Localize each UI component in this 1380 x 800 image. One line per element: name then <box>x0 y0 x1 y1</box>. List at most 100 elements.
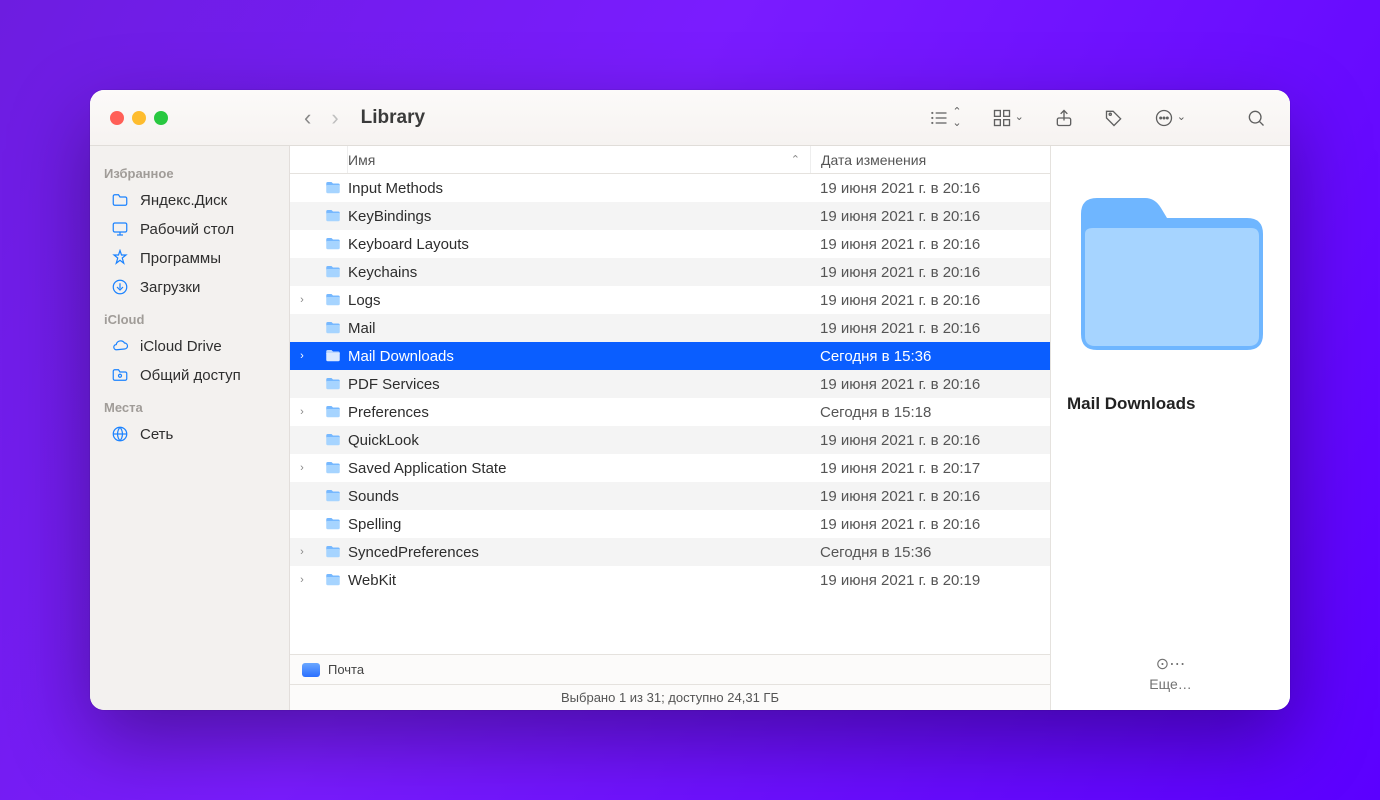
view-list-button[interactable]: ⌃⌄ <box>929 107 961 129</box>
folder-icon <box>322 431 344 449</box>
search-button[interactable] <box>1246 108 1266 128</box>
download-icon <box>110 278 130 296</box>
disclosure-triangle-icon[interactable]: › <box>290 350 314 362</box>
close-window-button[interactable] <box>110 111 124 125</box>
sidebar-section-header: Избранное <box>90 156 289 185</box>
preview-more[interactable]: ⊙⋯ Еще… <box>1149 654 1192 700</box>
file-row[interactable]: QuickLook19 июня 2021 г. в 20:16 <box>290 426 1050 454</box>
file-row[interactable]: ›PreferencesСегодня в 15:18 <box>290 398 1050 426</box>
folder-icon <box>322 235 344 253</box>
disclosure-triangle-icon[interactable]: › <box>290 574 314 586</box>
chevron-down-icon: ⌄ <box>1015 112 1024 123</box>
file-row[interactable]: Mail19 июня 2021 г. в 20:16 <box>290 314 1050 342</box>
folder-icon <box>110 191 130 209</box>
folder-icon <box>322 571 344 589</box>
file-date: 19 июня 2021 г. в 20:16 <box>810 208 1050 225</box>
file-row[interactable]: Keychains19 июня 2021 г. в 20:16 <box>290 258 1050 286</box>
file-row[interactable]: Spelling19 июня 2021 г. в 20:16 <box>290 510 1050 538</box>
tags-button[interactable] <box>1104 108 1124 128</box>
file-date: Сегодня в 15:36 <box>810 348 1050 365</box>
sidebar: ИзбранноеЯндекс.ДискРабочий стол Программ… <box>90 146 290 710</box>
folder-icon <box>322 515 344 533</box>
globe-icon <box>110 425 130 443</box>
sidebar-item[interactable]: Программы <box>96 244 283 272</box>
file-name: Keyboard Layouts <box>344 236 810 253</box>
minimize-window-button[interactable] <box>132 111 146 125</box>
disclosure-triangle-icon[interactable]: › <box>290 406 314 418</box>
file-row[interactable]: PDF Services19 июня 2021 г. в 20:16 <box>290 370 1050 398</box>
nav-buttons: ‹ › <box>290 105 353 131</box>
share-button[interactable] <box>1054 108 1074 128</box>
share-icon <box>1054 108 1074 128</box>
file-date: Сегодня в 15:36 <box>810 544 1050 561</box>
group-button[interactable]: ⌄ <box>992 108 1024 128</box>
folder-icon <box>322 319 344 337</box>
file-date: 19 июня 2021 г. в 20:17 <box>810 460 1050 477</box>
ellipsis-circle-icon <box>1154 108 1174 128</box>
sidebar-item-label: Загрузки <box>140 279 200 296</box>
file-date: 19 июня 2021 г. в 20:16 <box>810 292 1050 309</box>
file-row[interactable]: ›Saved Application State19 июня 2021 г. … <box>290 454 1050 482</box>
window-body: ИзбранноеЯндекс.ДискРабочий стол Программ… <box>90 146 1290 710</box>
finder-window: ‹ › Library ⌃⌄ ⌄ ⌄ <box>90 90 1290 710</box>
file-name: Mail Downloads <box>344 348 810 365</box>
status-text: Выбрано 1 из 31; доступно 24,31 ГБ <box>561 690 779 705</box>
file-name: QuickLook <box>344 432 810 449</box>
tag-bar: Почта <box>290 654 1050 684</box>
sidebar-item-label: Общий доступ <box>140 367 241 384</box>
file-date: 19 июня 2021 г. в 20:19 <box>810 572 1050 589</box>
updown-icon: ⌃⌄ <box>952 107 961 129</box>
chevron-down-icon: ⌄ <box>1177 112 1186 123</box>
file-date: 19 июня 2021 г. в 20:16 <box>810 236 1050 253</box>
column-modified-label: Дата изменения <box>821 152 926 168</box>
disclosure-triangle-icon[interactable]: › <box>290 546 314 558</box>
ellipsis-icon: ⊙⋯ <box>1149 654 1192 674</box>
column-modified[interactable]: Дата изменения <box>810 146 1050 173</box>
tag-label: Почта <box>328 662 364 677</box>
column-name[interactable]: Имя ⌃ <box>348 146 810 173</box>
file-name: Input Methods <box>344 180 810 197</box>
file-row[interactable]: › Mail DownloadsСегодня в 15:36 <box>290 342 1050 370</box>
file-row[interactable]: Keyboard Layouts19 июня 2021 г. в 20:16 <box>290 230 1050 258</box>
file-date: 19 июня 2021 г. в 20:16 <box>810 432 1050 449</box>
toolbar: ‹ › Library ⌃⌄ ⌄ ⌄ <box>90 90 1290 146</box>
disclosure-triangle-icon[interactable]: › <box>290 294 314 306</box>
window-title: Library <box>361 107 930 129</box>
folder-icon <box>322 403 344 421</box>
grid-icon <box>992 108 1012 128</box>
sidebar-item[interactable]: iCloud Drive <box>96 332 283 360</box>
file-name: KeyBindings <box>344 208 810 225</box>
sidebar-item[interactable]: Рабочий стол <box>96 215 283 243</box>
sidebar-item[interactable]: Общий доступ <box>96 361 283 389</box>
sidebar-item-label: Программы <box>140 250 221 267</box>
file-date: 19 июня 2021 г. в 20:16 <box>810 180 1050 197</box>
sidebar-item[interactable]: Сеть <box>96 420 283 448</box>
file-name: Logs <box>344 292 810 309</box>
sidebar-item[interactable]: Загрузки <box>96 273 283 301</box>
file-row[interactable]: ›SyncedPreferencesСегодня в 15:36 <box>290 538 1050 566</box>
main-area: Имя ⌃ Дата изменения Input Methods19 июн… <box>290 146 1050 710</box>
action-button[interactable]: ⌄ <box>1154 108 1186 128</box>
forward-button[interactable]: › <box>331 105 338 131</box>
search-icon <box>1246 108 1266 128</box>
folder-icon <box>322 347 344 365</box>
folder-icon <box>322 207 344 225</box>
file-row[interactable]: Sounds19 июня 2021 г. в 20:16 <box>290 482 1050 510</box>
column-name-label: Имя <box>348 152 375 168</box>
preview-name: Mail Downloads <box>1067 394 1195 414</box>
preview-more-label: Еще… <box>1149 676 1192 692</box>
file-date: 19 июня 2021 г. в 20:16 <box>810 516 1050 533</box>
toolbar-buttons: ⌃⌄ ⌄ ⌄ <box>929 107 1290 129</box>
folder-icon <box>322 263 344 281</box>
file-row[interactable]: Input Methods19 июня 2021 г. в 20:16 <box>290 174 1050 202</box>
zoom-window-button[interactable] <box>154 111 168 125</box>
file-list[interactable]: Input Methods19 июня 2021 г. в 20:16KeyB… <box>290 174 1050 654</box>
file-row[interactable]: KeyBindings19 июня 2021 г. в 20:16 <box>290 202 1050 230</box>
disclosure-triangle-icon[interactable]: › <box>290 462 314 474</box>
sort-asc-icon: ⌃ <box>791 153 800 166</box>
sidebar-item[interactable]: Яндекс.Диск <box>96 186 283 214</box>
file-row[interactable]: › Logs19 июня 2021 г. в 20:16 <box>290 286 1050 314</box>
file-row[interactable]: ›WebKit19 июня 2021 г. в 20:19 <box>290 566 1050 594</box>
back-button[interactable]: ‹ <box>304 105 311 131</box>
column-header: Имя ⌃ Дата изменения <box>290 146 1050 174</box>
